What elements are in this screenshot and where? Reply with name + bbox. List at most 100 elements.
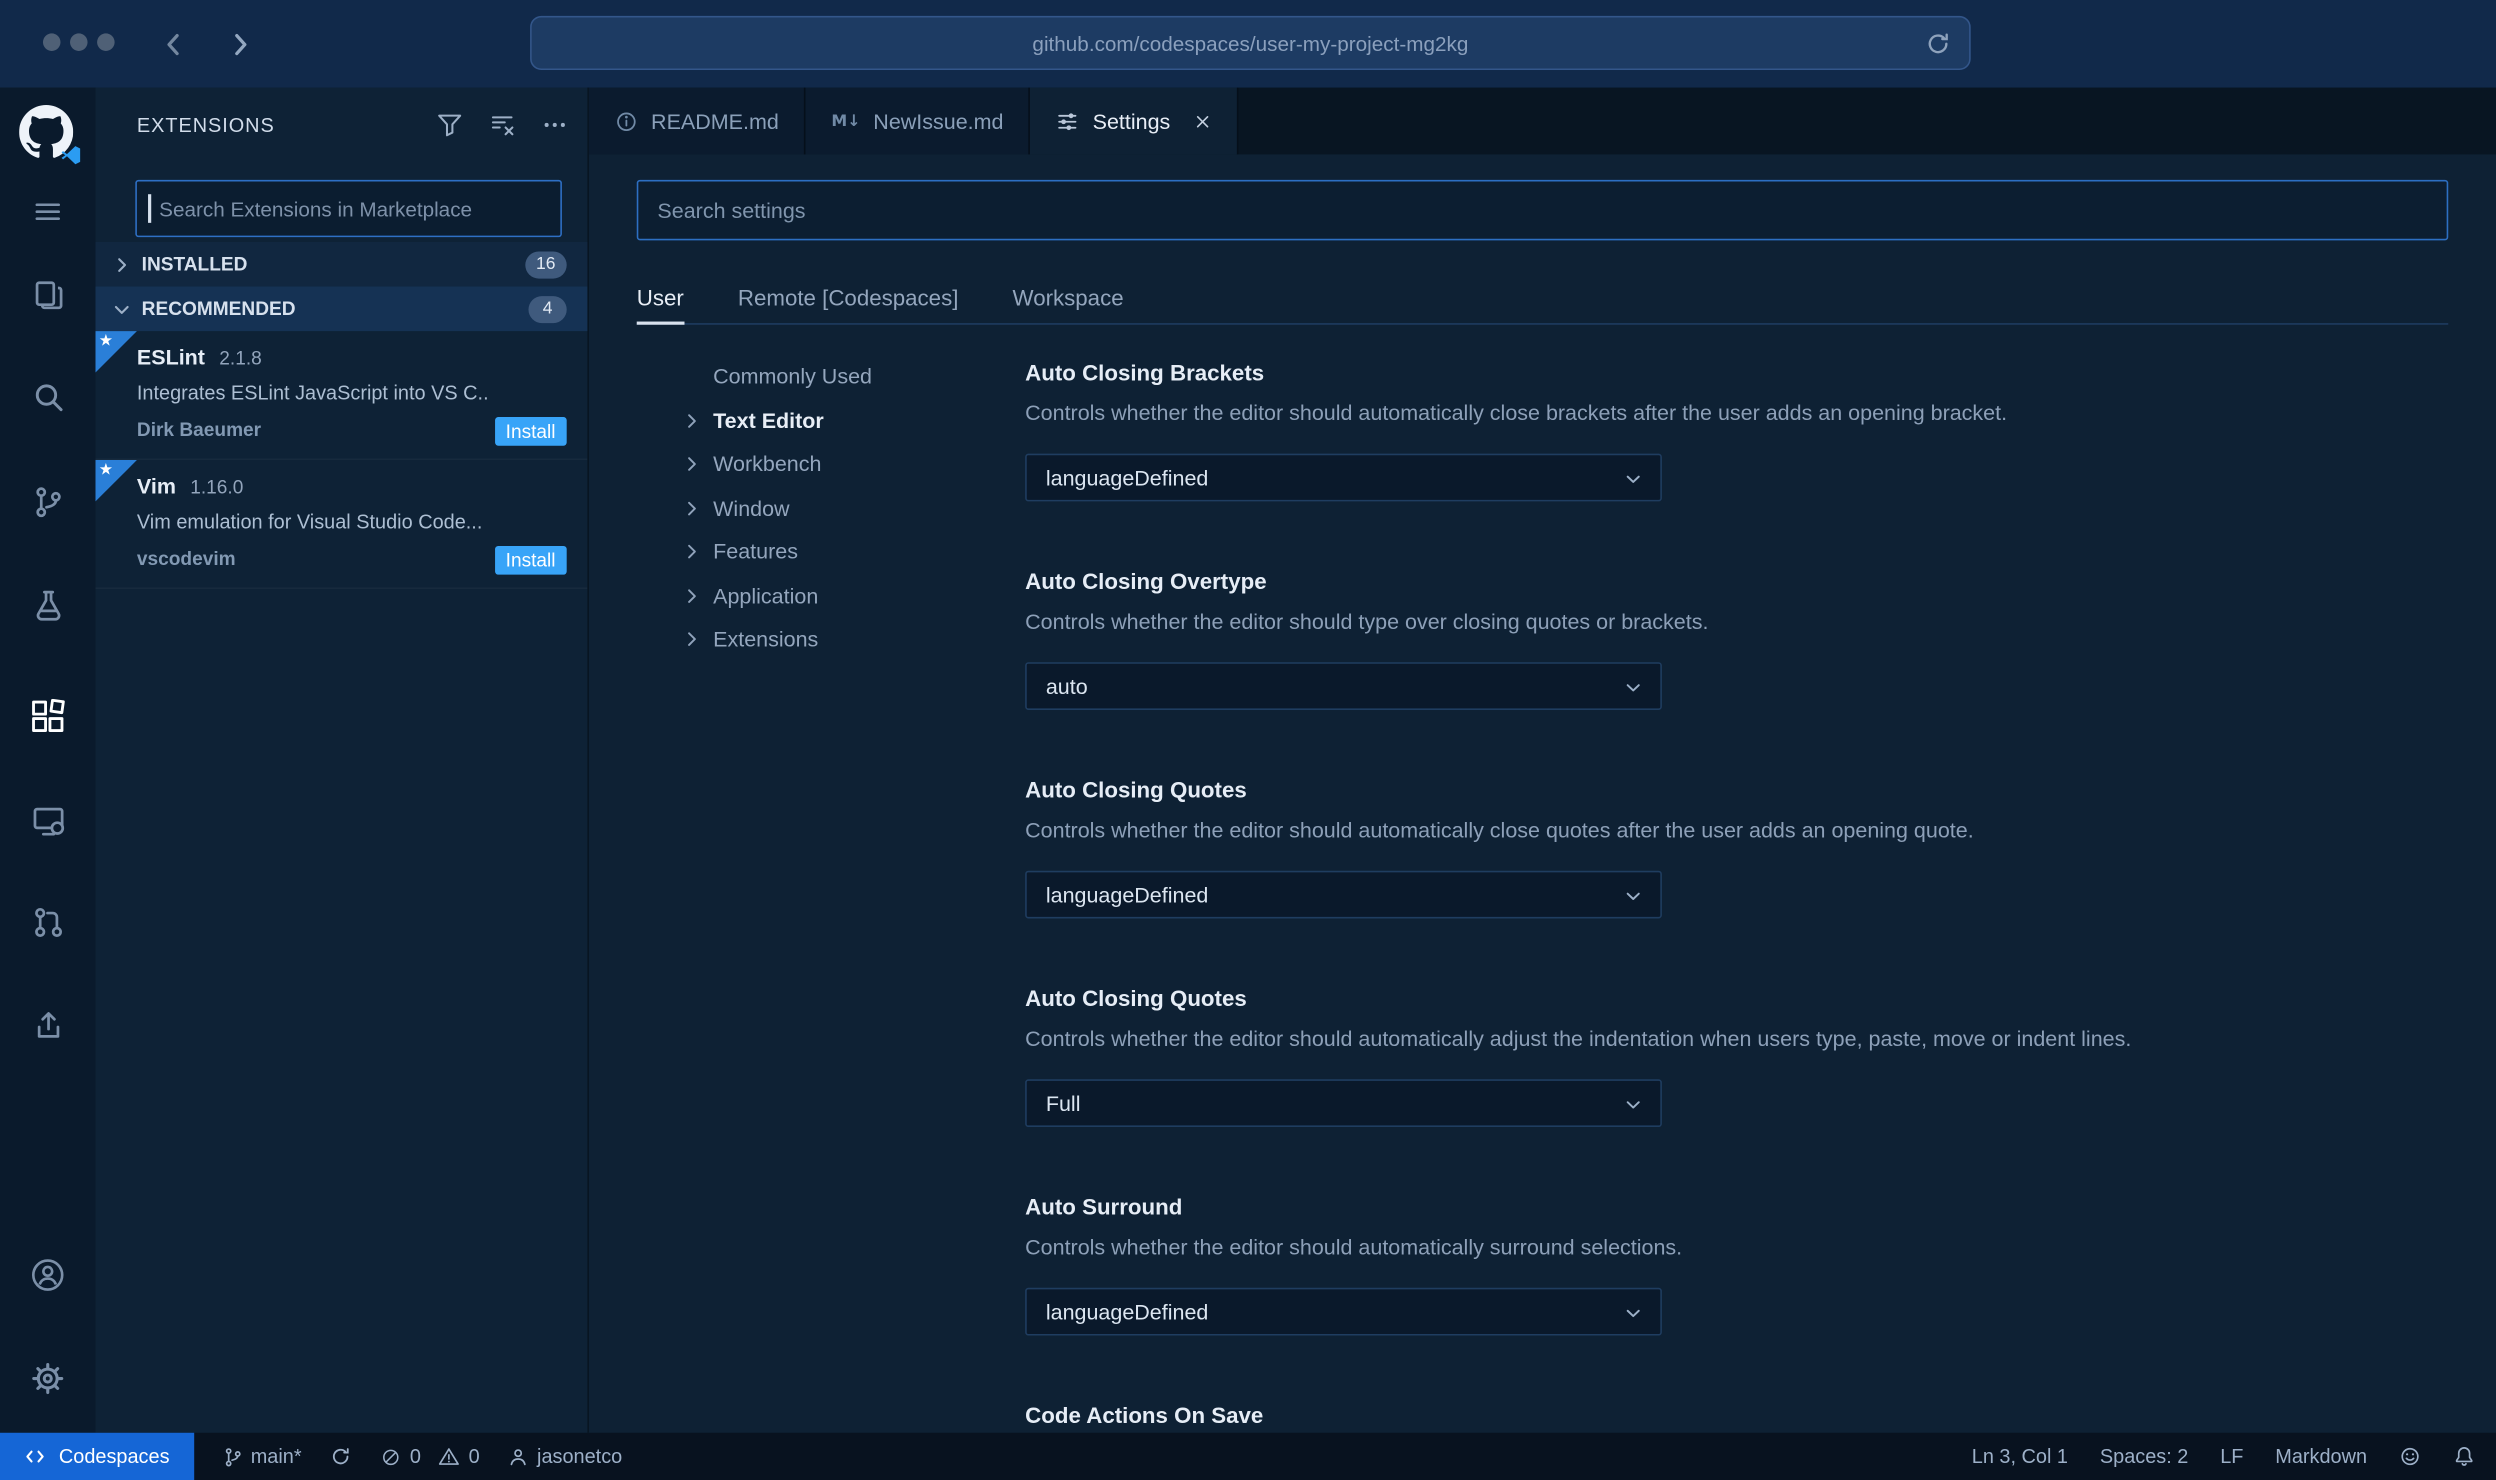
- extension-description: Vim emulation for Visual Studio Code...: [136, 510, 483, 534]
- setting-auto-closing-quotes: Auto Closing Quotes Controls whether the…: [1025, 775, 2466, 919]
- settings-scope-tabs: User Remote [Codespaces] Workspace: [636, 272, 2449, 325]
- install-button[interactable]: Install: [494, 546, 567, 575]
- github-codespaces-logo: [0, 102, 96, 166]
- setting-title: Auto Closing Brackets: [1025, 359, 1265, 386]
- setting-description: Controls whether the editor should autom…: [1025, 401, 2008, 426]
- setting-select[interactable]: Full: [1025, 1079, 1662, 1128]
- setting-select[interactable]: auto: [1025, 662, 1662, 710]
- filter-icon[interactable]: [436, 111, 463, 138]
- warning-count: 0: [468, 1445, 480, 1468]
- extensions-sidebar: EXTENSIONS Search Extensions in Marketpl…: [95, 87, 589, 1433]
- scope-tab-user[interactable]: User: [636, 272, 684, 325]
- extension-item-eslint[interactable]: ★ ESLint 2.1.8 Integrates ESLint JavaScr…: [95, 331, 588, 461]
- cursor-position[interactable]: Ln 3, Col 1: [1972, 1445, 2068, 1467]
- tab-settings[interactable]: Settings: [1030, 87, 1239, 155]
- traffic-light-minimize[interactable]: [70, 33, 88, 51]
- search-icon[interactable]: [0, 365, 96, 429]
- account-icon: [508, 1446, 529, 1467]
- setting-description: Controls whether the editor should autom…: [1025, 1026, 2132, 1051]
- toc-text-editor[interactable]: Text Editor: [681, 399, 999, 443]
- setting-title: Auto Closing Quotes: [1025, 776, 1247, 803]
- error-icon: [381, 1446, 402, 1467]
- extensions-search-input[interactable]: [135, 179, 562, 238]
- install-button[interactable]: Install: [494, 417, 567, 446]
- toc-commonly-used[interactable]: Commonly Used: [681, 355, 999, 399]
- setting-auto-closing-overtype: Auto Closing Overtype Controls whether t…: [1025, 567, 2466, 710]
- tab-label: README.md: [651, 109, 779, 133]
- scope-tab-remote[interactable]: Remote [Codespaces]: [738, 272, 959, 323]
- settings-gear-icon[interactable]: [0, 1347, 96, 1411]
- account-icon[interactable]: [0, 1243, 96, 1307]
- browser-back-icon[interactable]: [159, 27, 188, 62]
- tab-newissue[interactable]: M↓ NewIssue.md: [805, 87, 1031, 155]
- sync-indicator[interactable]: [330, 1445, 352, 1467]
- setting-auto-closing-brackets: Auto Closing Brackets Controls whether t…: [1025, 358, 2466, 502]
- close-icon[interactable]: [1194, 112, 1212, 130]
- setting-title: Auto Closing Quotes: [1025, 985, 1247, 1011]
- count-badge: 4: [528, 295, 567, 323]
- setting-select[interactable]: languageDefined: [1025, 453, 1662, 502]
- pull-request-icon[interactable]: [0, 890, 96, 954]
- chevron-down-icon: [1622, 885, 1644, 907]
- user-indicator[interactable]: jasonetco: [508, 1445, 622, 1468]
- git-branch-icon: [222, 1446, 243, 1467]
- address-bar-url: github.com/codespaces/user-my-project-mg…: [1032, 31, 1469, 55]
- language-mode[interactable]: Markdown: [2275, 1445, 2367, 1467]
- status-bar: Codespaces main* 0 0 jasonetco Ln 3, Col…: [0, 1432, 2496, 1480]
- chevron-right-icon: [681, 629, 703, 650]
- setting-select[interactable]: languageDefined: [1025, 870, 1662, 919]
- toc-workbench[interactable]: Workbench: [681, 443, 999, 487]
- extension-item-vim[interactable]: ★ Vim 1.16.0 Vim emulation for Visual St…: [95, 460, 588, 589]
- chevron-down-icon: [1622, 1302, 1644, 1324]
- extensions-list: ★ ESLint 2.1.8 Integrates ESLint JavaScr…: [95, 331, 588, 589]
- section-recommended[interactable]: RECOMMENDED 4: [95, 286, 588, 332]
- address-bar[interactable]: github.com/codespaces/user-my-project-mg…: [530, 15, 1971, 71]
- window-controls: [42, 33, 115, 51]
- editor-group: README.md M↓ NewIssue.md Settings Search…: [588, 87, 2496, 1433]
- menu-icon[interactable]: [0, 180, 96, 244]
- remote-indicator[interactable]: Codespaces: [0, 1432, 194, 1480]
- explorer-icon[interactable]: [0, 263, 96, 327]
- settings-search-input[interactable]: [636, 179, 2449, 241]
- remote-explorer-icon[interactable]: [0, 788, 96, 852]
- tab-label: Settings: [1092, 109, 1171, 133]
- setting-description: Controls whether the editor should type …: [1025, 609, 1709, 634]
- tab-readme[interactable]: README.md: [588, 87, 806, 155]
- branch-indicator[interactable]: main*: [222, 1445, 302, 1468]
- test-beaker-icon[interactable]: [0, 573, 96, 637]
- setting-description: Controls whether the editor should autom…: [1025, 1235, 1683, 1260]
- select-value: Full: [1045, 1091, 1081, 1116]
- browser-chrome: github.com/codespaces/user-my-project-mg…: [0, 0, 2496, 88]
- section-installed[interactable]: INSTALLED 16: [95, 241, 588, 287]
- toc-application[interactable]: Application: [681, 574, 999, 618]
- remote-label: Codespaces: [58, 1445, 170, 1468]
- eol-selector[interactable]: LF: [2220, 1445, 2243, 1467]
- problems-indicator[interactable]: 0 0: [381, 1445, 480, 1468]
- toc-window[interactable]: Window: [681, 486, 999, 530]
- feedback-smiley-icon[interactable]: [2399, 1445, 2421, 1467]
- chevron-right-icon: [681, 542, 703, 563]
- warning-icon: [438, 1445, 460, 1467]
- source-control-icon[interactable]: [0, 470, 96, 534]
- indentation[interactable]: Spaces: 2: [2100, 1445, 2188, 1467]
- toc-features[interactable]: Features: [681, 530, 999, 574]
- text-caret: [148, 194, 151, 223]
- scope-tab-workspace[interactable]: Workspace: [1013, 272, 1124, 323]
- traffic-light-close[interactable]: [42, 33, 61, 51]
- setting-description: Controls whether the editor should autom…: [1025, 818, 1974, 843]
- browser-window: github.com/codespaces/user-my-project-mg…: [0, 0, 2496, 1480]
- extension-version: 2.1.8: [219, 347, 262, 370]
- chevron-right-icon: [681, 454, 703, 475]
- toc-extensions[interactable]: Extensions: [681, 618, 999, 662]
- traffic-light-zoom[interactable]: [97, 33, 115, 51]
- share-icon[interactable]: [0, 993, 96, 1057]
- more-actions-icon[interactable]: [541, 111, 568, 138]
- notifications-bell-icon[interactable]: [2453, 1445, 2475, 1467]
- extensions-icon[interactable]: [0, 684, 96, 748]
- setting-select[interactable]: languageDefined: [1025, 1287, 1662, 1336]
- chevron-down-icon: [1622, 1094, 1644, 1116]
- browser-forward-icon[interactable]: [226, 27, 255, 62]
- clear-filter-icon[interactable]: [489, 111, 516, 138]
- refresh-icon[interactable]: [1925, 30, 1952, 57]
- sync-icon: [330, 1445, 352, 1467]
